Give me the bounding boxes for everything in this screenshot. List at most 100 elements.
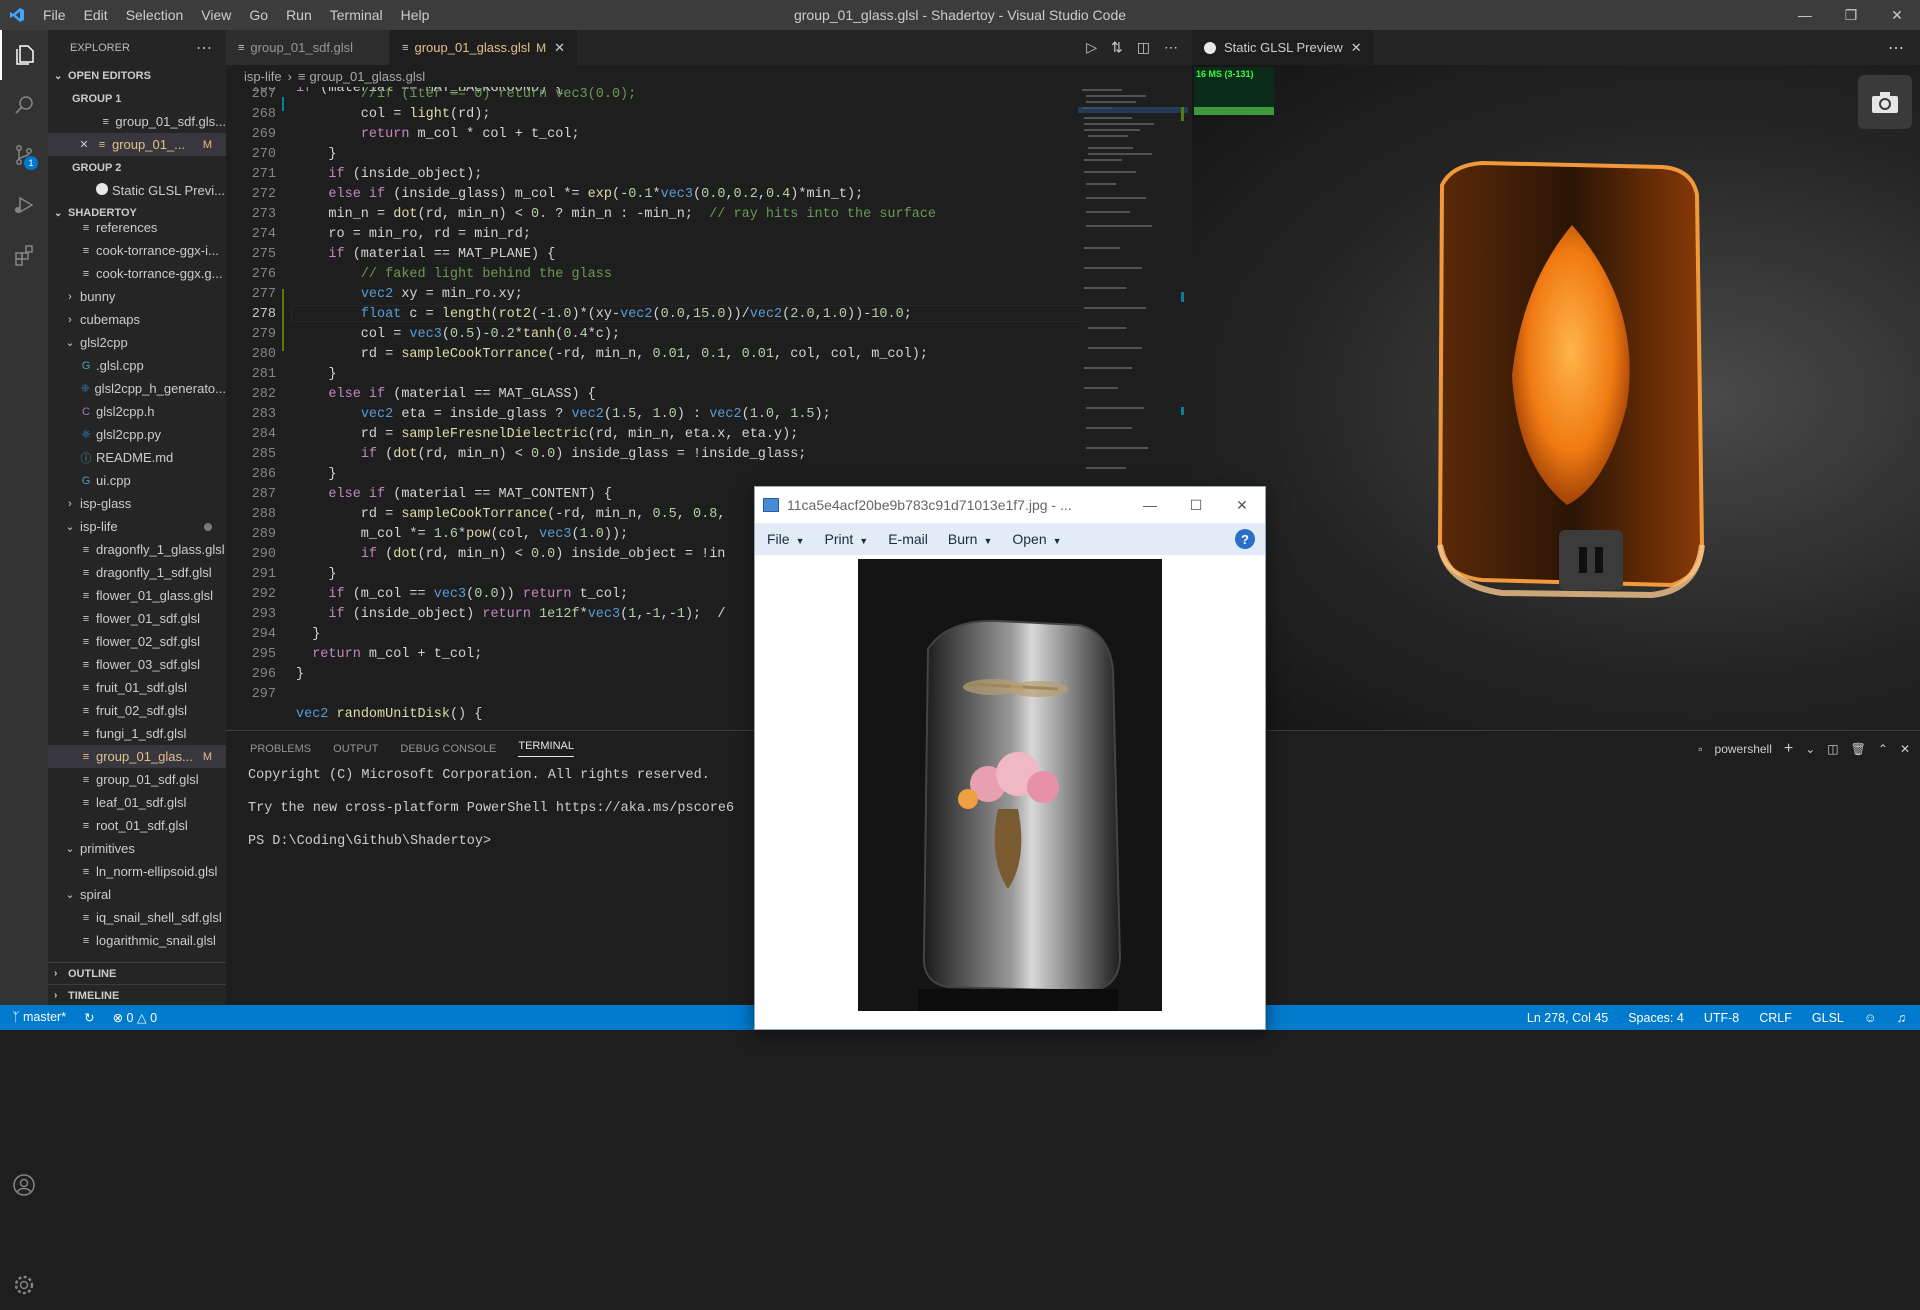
tree-folder[interactable]: ⌄ isp-life [48, 515, 226, 538]
tree-file[interactable]: ≡ flower_02_sdf.glsl [48, 630, 226, 653]
tree-file[interactable]: ≡ cook-torrance-ggx-i... [48, 239, 226, 262]
menu-terminal[interactable]: Terminal [321, 0, 392, 30]
tree-file[interactable]: ❈ glsl2cpp_h_generato... [48, 377, 226, 400]
viewer-menu-burn[interactable]: Burn ▼ [948, 531, 993, 547]
split-editor-icon[interactable]: ◫ [1137, 39, 1150, 56]
tree-folder[interactable]: ⌄ primitives [48, 837, 226, 860]
tree-file[interactable]: ≡ flower_01_sdf.glsl [48, 607, 226, 630]
close-panel-icon[interactable]: ✕ [1900, 742, 1910, 756]
tree-file[interactable]: ≡ logarithmic_snail.glsl [48, 929, 226, 952]
manage-activity[interactable] [0, 1260, 48, 1310]
menu-help[interactable]: Help [392, 0, 439, 30]
maximize-button[interactable]: ☐ [1173, 487, 1219, 523]
pause-button[interactable] [1559, 530, 1623, 590]
split-terminal-icon[interactable]: ◫ [1827, 742, 1838, 756]
encoding[interactable]: UTF-8 [1704, 1011, 1739, 1025]
close-window-button[interactable]: ✕ [1874, 0, 1920, 30]
tree-file[interactable]: ≡ references [48, 216, 226, 239]
shader-preview-canvas[interactable]: 16 MS (3-131) [1192, 65, 1920, 730]
accounts-activity[interactable] [0, 1160, 48, 1210]
tree-file[interactable]: Cglsl2cpp.h [48, 400, 226, 423]
open-editors-section[interactable]: ⌄ OPEN EDITORS [48, 65, 226, 87]
open-editor-item[interactable]: ≡ group_01_sdf.gls... [48, 110, 227, 133]
menu-selection[interactable]: Selection [117, 0, 193, 30]
breadcrumb-folder[interactable]: isp-life [244, 69, 282, 84]
source-control-activity[interactable]: 1 [0, 130, 48, 180]
tree-file[interactable]: ≡ fungi_1_sdf.glsl [48, 722, 226, 745]
add-terminal-icon[interactable]: + [1784, 740, 1793, 758]
tab-debug-console[interactable]: DEBUG CONSOLE [400, 743, 496, 755]
tree-folder[interactable]: › bunny [48, 285, 226, 308]
menu-go[interactable]: Go [240, 0, 277, 30]
problems-status[interactable]: ⊗ 0 △ 0 [113, 1010, 157, 1025]
tab-group-01-sdf[interactable]: ≡ group_01_sdf.glsl [226, 30, 391, 65]
bell-icon[interactable]: ♫ [1897, 1011, 1906, 1025]
run-debug-activity[interactable] [0, 180, 48, 230]
tab-terminal[interactable]: TERMINAL [518, 740, 574, 757]
cursor-position[interactable]: Ln 278, Col 45 [1527, 1011, 1608, 1025]
open-editor-item[interactable]: Static GLSL Previ... [48, 179, 226, 202]
compare-icon[interactable]: ⇅ [1111, 39, 1123, 56]
tree-file[interactable]: ≡ dragonfly_1_sdf.glsl [48, 561, 226, 584]
tree-file[interactable]: Gui.cpp [48, 469, 226, 492]
close-icon[interactable]: ✕ [554, 40, 565, 56]
trash-icon[interactable]: 🗑 [1851, 742, 1866, 756]
close-icon[interactable]: ✕ [1351, 40, 1362, 56]
tab-static-glsl-preview[interactable]: Static GLSL Preview ✕ [1192, 30, 1375, 65]
tree-file[interactable]: ≡ flower_03_sdf.glsl [48, 653, 226, 676]
tree-file[interactable]: G .glsl.cpp [48, 354, 226, 377]
tree-folder[interactable]: › isp-glass [48, 492, 226, 515]
viewer-menu-open[interactable]: Open ▼ [1012, 531, 1061, 547]
tree-file[interactable]: ≡ iq_snail_shell_sdf.glsl [48, 906, 226, 929]
tab-output[interactable]: OUTPUT [333, 743, 378, 755]
run-icon[interactable]: ▷ [1086, 39, 1097, 56]
menu-file[interactable]: File [34, 0, 75, 30]
tree-folder[interactable]: ⌄ glsl2cpp [48, 331, 226, 354]
tree-file[interactable]: ≡ flower_01_glass.glsl [48, 584, 226, 607]
tree-file[interactable]: ≡ dragonfly_1_glass.glsl [48, 538, 226, 561]
menu-view[interactable]: View [192, 0, 240, 30]
viewer-menu-email[interactable]: E-mail [888, 531, 928, 547]
tree-file[interactable]: ≡ root_01_sdf.glsl [48, 814, 226, 837]
viewer-menu-print[interactable]: Print ▼ [824, 531, 868, 547]
tree-file[interactable]: ≡ cook-torrance-ggx.g... [48, 262, 226, 285]
indentation[interactable]: Spaces: 4 [1628, 1011, 1684, 1025]
extensions-activity[interactable] [0, 230, 48, 280]
tree-file[interactable]: ≡ group_01_glas... M [48, 745, 226, 768]
explorer-activity[interactable] [0, 30, 48, 80]
viewer-menu-file[interactable]: File ▼ [767, 531, 804, 547]
tab-group-01-glass[interactable]: ≡ group_01_glass.glsl M ✕ [390, 30, 579, 65]
timeline-section[interactable]: › TIMELINE [48, 984, 226, 1005]
tree-file[interactable]: ≡ leaf_01_sdf.glsl [48, 791, 226, 814]
tree-file[interactable]: ≡ fruit_02_sdf.glsl [48, 699, 226, 722]
tree-file[interactable]: ⓘ README.md [48, 446, 226, 469]
shell-name[interactable]: powershell [1715, 742, 1772, 756]
outline-section[interactable]: › OUTLINE [48, 962, 226, 984]
tree-file[interactable]: ≡ fruit_01_sdf.glsl [48, 676, 226, 699]
minimize-button[interactable]: — [1782, 0, 1828, 30]
more-actions-icon[interactable]: ⋯ [1164, 39, 1178, 56]
screenshot-button[interactable] [1858, 75, 1912, 129]
search-activity[interactable] [0, 80, 48, 130]
menu-run[interactable]: Run [277, 0, 321, 30]
more-actions-icon[interactable]: ⋯ [1888, 38, 1904, 58]
minimize-button[interactable]: — [1127, 487, 1173, 523]
open-editor-item-active[interactable]: ✕ ≡ group_01_... M [48, 133, 226, 156]
branch-status[interactable]: ᛉ master* [12, 1010, 66, 1025]
close-window-button[interactable]: ✕ [1219, 487, 1265, 523]
menu-edit[interactable]: Edit [75, 0, 117, 30]
breadcrumb-file[interactable]: group_01_glass.glsl [310, 69, 426, 84]
line-ending[interactable]: CRLF [1759, 1011, 1792, 1025]
tree-file[interactable]: ≡ group_01_sdf.glsl [48, 768, 226, 791]
tree-file[interactable]: ≡ ln_norm-ellipsoid.glsl [48, 860, 226, 883]
help-icon[interactable]: ? [1235, 529, 1255, 549]
restore-button[interactable]: ❐ [1828, 0, 1874, 30]
sync-icon[interactable]: ↻ [84, 1010, 94, 1025]
tree-file[interactable]: ❈ glsl2cpp.py [48, 423, 226, 446]
close-icon[interactable]: ✕ [76, 138, 92, 151]
feedback-icon[interactable]: ☺ [1864, 1011, 1877, 1025]
tab-problems[interactable]: PROBLEMS [250, 743, 311, 755]
language-mode[interactable]: GLSL [1812, 1011, 1844, 1025]
more-actions-icon[interactable]: ⋯ [196, 38, 212, 58]
maximize-panel-icon[interactable]: ⌃ [1878, 742, 1888, 756]
